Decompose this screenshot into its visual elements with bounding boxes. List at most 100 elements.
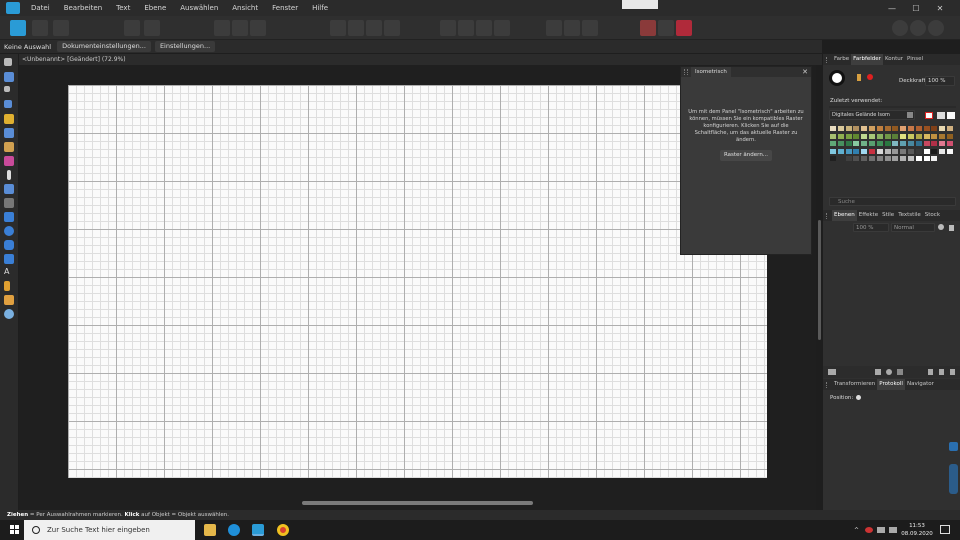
menu-hilfe[interactable]: Hilfe [312,4,328,12]
color-swatch[interactable] [939,141,946,146]
tab-effekte[interactable]: Effekte [857,210,880,221]
adjustment-icon[interactable] [886,369,892,375]
color-swatch[interactable] [837,141,844,146]
color-swatch[interactable] [947,126,953,131]
color-swatch[interactable] [853,148,860,154]
panel-grip-icon[interactable] [826,212,830,219]
chrome-browser-icon[interactable] [277,524,289,536]
color-swatch[interactable] [900,156,907,161]
text-tool-icon[interactable]: A [4,267,14,277]
file-explorer-icon[interactable] [204,524,216,536]
tab-pinsel[interactable]: Pinsel [905,54,925,65]
eyedropper-tool-icon[interactable] [4,281,10,291]
network-icon[interactable] [877,527,886,533]
order-back-icon[interactable] [124,20,140,36]
palette-menu-icon[interactable] [907,112,913,118]
color-swatch[interactable] [915,126,922,131]
color-swatch[interactable] [830,141,836,146]
color-swatch[interactable] [892,148,899,154]
close-window-button[interactable]: ✕ [928,4,952,13]
fill-stroke-well[interactable] [829,70,845,86]
color-swatch[interactable] [947,148,953,154]
color-swatch[interactable] [845,156,852,161]
menu-text[interactable]: Text [116,4,130,12]
assistant-icon[interactable] [892,20,908,36]
order-front-icon[interactable] [144,20,160,36]
color-swatch[interactable] [947,156,953,161]
color-swatch[interactable] [884,156,891,161]
panel-grip-icon[interactable] [826,56,830,63]
color-swatch[interactable] [900,141,907,146]
menu-ebene[interactable]: Ebene [144,4,166,12]
fill-tool-icon[interactable] [7,170,11,180]
color-swatch[interactable] [939,156,946,161]
color-swatch[interactable] [861,133,868,139]
color-swatch[interactable] [908,148,914,154]
document-tab[interactable]: <Unbenannt> [Geändert] (72.9%) [19,54,822,65]
color-swatch[interactable] [876,141,883,146]
tab-transformieren[interactable]: Transformieren [832,379,877,390]
color-swatch[interactable] [869,156,875,161]
color-swatch[interactable] [884,133,891,139]
grid-icon[interactable] [640,20,656,36]
color-swatch[interactable] [892,156,899,161]
flip-vertical-icon[interactable] [348,20,364,36]
align-center-icon[interactable] [232,20,248,36]
volume-icon[interactable] [889,527,898,533]
snapping-magnet-icon[interactable] [676,20,692,36]
none-swatch-icon[interactable] [925,112,933,119]
color-swatch[interactable] [908,156,914,161]
transparency-tool-icon[interactable] [4,184,14,194]
tab-protokoll[interactable]: Protokoll [877,379,905,390]
maximize-button[interactable]: ☐ [904,4,928,13]
snapping-options-icon[interactable] [658,20,674,36]
flip-horizontal-icon[interactable] [330,20,346,36]
color-swatch[interactable] [931,133,938,139]
color-swatch[interactable] [861,156,868,161]
opacity-field[interactable]: 100 % [925,76,955,86]
taskbar-clock[interactable]: 11:53 08.09.2020 [900,522,934,538]
menu-bearbeiten[interactable]: Bearbeiten [64,4,102,12]
help-icon[interactable] [928,20,944,36]
edge-browser-icon[interactable] [228,524,240,536]
color-swatch[interactable] [837,148,844,154]
group-icon[interactable] [564,20,580,36]
color-swatch[interactable] [931,141,938,146]
pixel-persona-icon[interactable] [32,20,48,36]
swatch-light[interactable] [947,112,955,119]
mask-icon[interactable] [875,369,881,375]
menu-auswaehlen[interactable]: Auswählen [180,4,218,12]
panel-grip-icon[interactable] [826,381,830,388]
color-swatch[interactable] [876,126,883,131]
swatch-search-input[interactable]: Suche [829,197,956,206]
lock-icon[interactable] [949,225,954,231]
change-grid-button[interactable]: Raster ändern... [720,150,772,161]
tray-app-icon[interactable] [865,527,874,533]
color-swatch[interactable] [939,148,946,154]
tray-chevron-icon[interactable]: ^ [854,527,859,534]
vertical-scrollbar[interactable] [818,220,821,340]
color-dot-icon[interactable] [867,74,873,80]
menu-fenster[interactable]: Fenster [272,4,298,12]
delete-layer-icon[interactable] [950,369,955,375]
panel-grip-icon[interactable] [684,69,688,75]
rotate-right-icon[interactable] [384,20,400,36]
color-swatch[interactable] [876,133,883,139]
add-layer-icon[interactable] [928,369,933,375]
color-swatch[interactable] [853,126,860,131]
color-swatch[interactable] [915,141,922,146]
color-swatch[interactable] [845,148,852,154]
color-swatch[interactable] [915,148,922,154]
color-swatch[interactable] [884,148,891,154]
share-icon[interactable] [53,20,69,36]
color-swatch[interactable] [908,126,914,131]
boolean-add-icon[interactable] [440,20,456,36]
layer-settings-icon[interactable] [938,224,944,230]
palette-selector[interactable]: Digitales Gelände Isom [829,110,915,120]
color-swatch[interactable] [869,133,875,139]
history-slider-handle[interactable] [856,395,861,400]
color-swatch[interactable] [892,133,899,139]
color-swatch[interactable] [923,141,930,146]
color-swatch[interactable] [830,126,836,131]
boolean-intersect-icon[interactable] [476,20,492,36]
